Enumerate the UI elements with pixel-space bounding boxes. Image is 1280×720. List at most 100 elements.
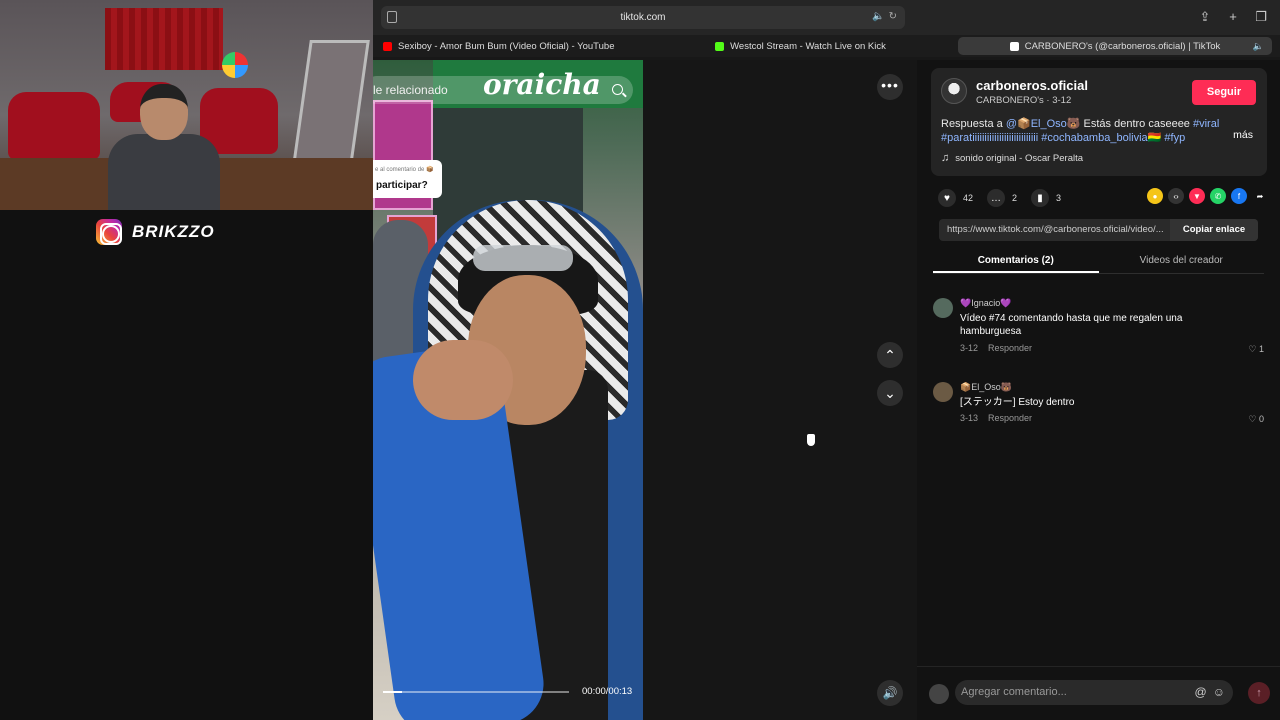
comment-count: 2 xyxy=(1012,193,1018,203)
url-text[interactable]: tiktok.com xyxy=(381,6,905,29)
share-icon[interactable]: ⇪ xyxy=(1198,9,1212,25)
toolbar-right: ⇪ + ❐ xyxy=(1198,9,1268,25)
url-bar: tiktok.com 🔈 ↻ ⇪ + ❐ xyxy=(373,0,1280,35)
tab-label: Sexiboy - Amor Bum Bum (Video Oficial) -… xyxy=(398,40,615,52)
streamer xyxy=(108,82,228,210)
volume-button[interactable]: 🔊 xyxy=(877,680,903,706)
bookmark-icon[interactable]: ▮ xyxy=(1031,189,1050,207)
embed-icon[interactable]: ‹› xyxy=(1168,188,1184,204)
video-timecode: 00:00/00:13 xyxy=(582,686,633,697)
save-action[interactable]: ▮ 3 xyxy=(1031,189,1061,207)
video-player[interactable]: oraicha le relacionado e al comentario d… xyxy=(373,60,643,720)
save-count: 3 xyxy=(1056,193,1062,203)
curtain xyxy=(105,8,223,70)
comment-author[interactable]: 💜Ignacio💜 xyxy=(960,298,1011,309)
tab-label: CARBONERO's (@carboneros.oficial) | TikT… xyxy=(1024,40,1221,52)
new-tab-icon[interactable]: + xyxy=(1226,9,1240,25)
avatar[interactable] xyxy=(933,382,953,402)
instagram-handle: BRIKZZO xyxy=(96,219,215,245)
webcam-overlay xyxy=(0,0,373,210)
comment-item: 💜Ignacio💜 Vídeo #74 comentando hasta que… xyxy=(933,298,1264,358)
composer-icons: @ ☺ xyxy=(1195,685,1225,699)
search-icon[interactable] xyxy=(612,84,623,95)
comment-tabs: Comentarios (2) Videos del creador xyxy=(933,250,1264,274)
coin-icon[interactable]: ● xyxy=(1147,188,1163,204)
sunglasses xyxy=(473,245,573,271)
caption-body: Estás dentro caseeee xyxy=(1080,118,1193,130)
kick-icon xyxy=(715,41,725,51)
tab-creator-videos[interactable]: Videos del creador xyxy=(1099,250,1265,273)
caption-mention[interactable]: @📦El_Oso🐻 xyxy=(1006,118,1081,130)
tab-tiktok[interactable]: CARBONERO's (@carboneros.oficial) | TikT… xyxy=(958,37,1272,55)
comment-like-count: 1 xyxy=(1258,344,1264,354)
address-field[interactable]: tiktok.com 🔈 ↻ xyxy=(381,6,905,29)
post-link[interactable]: https://www.tiktok.com/@carboneros.ofici… xyxy=(947,219,1172,241)
reply-button[interactable]: Responder xyxy=(988,343,1032,353)
instagram-icon xyxy=(96,219,122,245)
facebook-icon[interactable]: f xyxy=(1231,188,1247,204)
more-link[interactable]: más xyxy=(1233,129,1253,141)
comment-author[interactable]: 📦El_Oso🐻 xyxy=(960,382,1012,393)
music-note-icon: ♫ xyxy=(941,152,950,164)
prize-wheel xyxy=(222,52,248,78)
comment-date: 3-12 xyxy=(960,343,979,353)
tab-overview-icon[interactable]: ❐ xyxy=(1254,9,1268,25)
username[interactable]: carboneros.oficial xyxy=(976,78,1088,93)
comment-placeholder: Agregar comentario... xyxy=(961,686,1067,698)
sound-link[interactable]: ♫ sonido original - Oscar Peralta xyxy=(941,152,1083,164)
related-search-text: le relacionado xyxy=(373,83,448,97)
like-action[interactable]: ♥ 42 xyxy=(938,189,973,207)
like-count: 42 xyxy=(963,193,974,203)
avatar[interactable] xyxy=(933,298,953,318)
tiktok-icon xyxy=(1009,41,1019,51)
copy-link-button[interactable]: Copiar enlace xyxy=(1170,219,1258,241)
emoji-icon[interactable]: ☺ xyxy=(1213,685,1225,699)
speaker-icon[interactable]: 🔈 xyxy=(872,11,884,22)
comment-input[interactable]: Agregar comentario... @ ☺ xyxy=(955,680,1233,705)
next-video-button[interactable]: ⌄ xyxy=(877,380,903,406)
comment-text: Vídeo #74 comentando hasta que me regale… xyxy=(960,313,1183,337)
previous-video-button[interactable]: ⌃ xyxy=(877,342,903,368)
reply-button[interactable]: Responder xyxy=(988,413,1032,423)
post-caption: Respuesta a @📦El_Oso🐻 Estás dentro casee… xyxy=(941,117,1221,145)
heart-icon[interactable]: ♥ xyxy=(938,189,956,207)
comment-action[interactable]: … 2 xyxy=(987,189,1017,207)
tab-comments[interactable]: Comentarios (2) xyxy=(933,250,1099,273)
tab-youtube[interactable]: Sexiboy - Amor Bum Bum (Video Oficial) -… xyxy=(373,35,643,57)
screen: BRIKZZO tiktok.com 🔈 ↻ ⇪ + ❐ Sexiboy - A… xyxy=(0,0,1280,720)
display-name: CARBONERO's · 3-12 xyxy=(976,95,1072,106)
video-progress-fill xyxy=(383,691,402,693)
video-progress-bar[interactable] xyxy=(383,691,569,693)
more-options-button[interactable]: ••• xyxy=(877,74,903,100)
comment-like-count: 0 xyxy=(1258,414,1264,424)
post-comment-button[interactable]: ↑ xyxy=(1248,682,1270,704)
reload-icon[interactable]: ↻ xyxy=(889,11,897,22)
tab-kick[interactable]: Westcol Stream - Watch Live on Kick xyxy=(643,35,958,57)
comment-composer: Agregar comentario... @ ☺ ↑ xyxy=(917,666,1280,720)
comment-like[interactable]: ♡ 1 xyxy=(1248,344,1264,355)
follow-button[interactable]: Seguir xyxy=(1192,80,1256,105)
post-description-card: carboneros.oficial CARBONERO's · 3-12 Se… xyxy=(931,68,1267,176)
whatsapp-icon[interactable]: ✆ xyxy=(1210,188,1226,204)
related-search[interactable]: le relacionado xyxy=(373,76,633,104)
tab-bar: Sexiboy - Amor Bum Bum (Video Oficial) -… xyxy=(373,35,1280,57)
youtube-icon xyxy=(383,41,392,51)
comment-meta: 3-12 Responder xyxy=(960,343,1032,353)
comment-like[interactable]: ♡ 0 xyxy=(1248,414,1264,425)
reply-sticker: e al comentario de 📦 participar? xyxy=(373,160,442,198)
avatar[interactable] xyxy=(941,78,967,104)
comment-item: 📦El_Oso🐻 [ステッカー] Estoy dentro 3-13 Respo… xyxy=(933,382,1264,432)
share-arrow-icon[interactable]: ➦ xyxy=(1252,188,1268,204)
mouse-cursor xyxy=(807,434,815,446)
link-box: https://www.tiktok.com/@carboneros.ofici… xyxy=(939,219,1258,241)
browser-window: tiktok.com 🔈 ↻ ⇪ + ❐ Sexiboy - Amor Bum … xyxy=(373,0,1280,720)
caption-prefix: Respuesta a xyxy=(941,118,1006,130)
video-side-area xyxy=(643,60,917,720)
speaker-icon[interactable]: 🔈 xyxy=(1253,41,1264,52)
instagram-name: BRIKZZO xyxy=(132,222,215,241)
mention-icon[interactable]: @ xyxy=(1195,685,1207,699)
comment-icon[interactable]: … xyxy=(987,189,1006,207)
comment-text: [ステッカー] Estoy dentro xyxy=(960,397,1075,408)
send-icon[interactable]: ▼ xyxy=(1189,188,1205,204)
reply-sticker-text: participar? xyxy=(376,180,428,191)
